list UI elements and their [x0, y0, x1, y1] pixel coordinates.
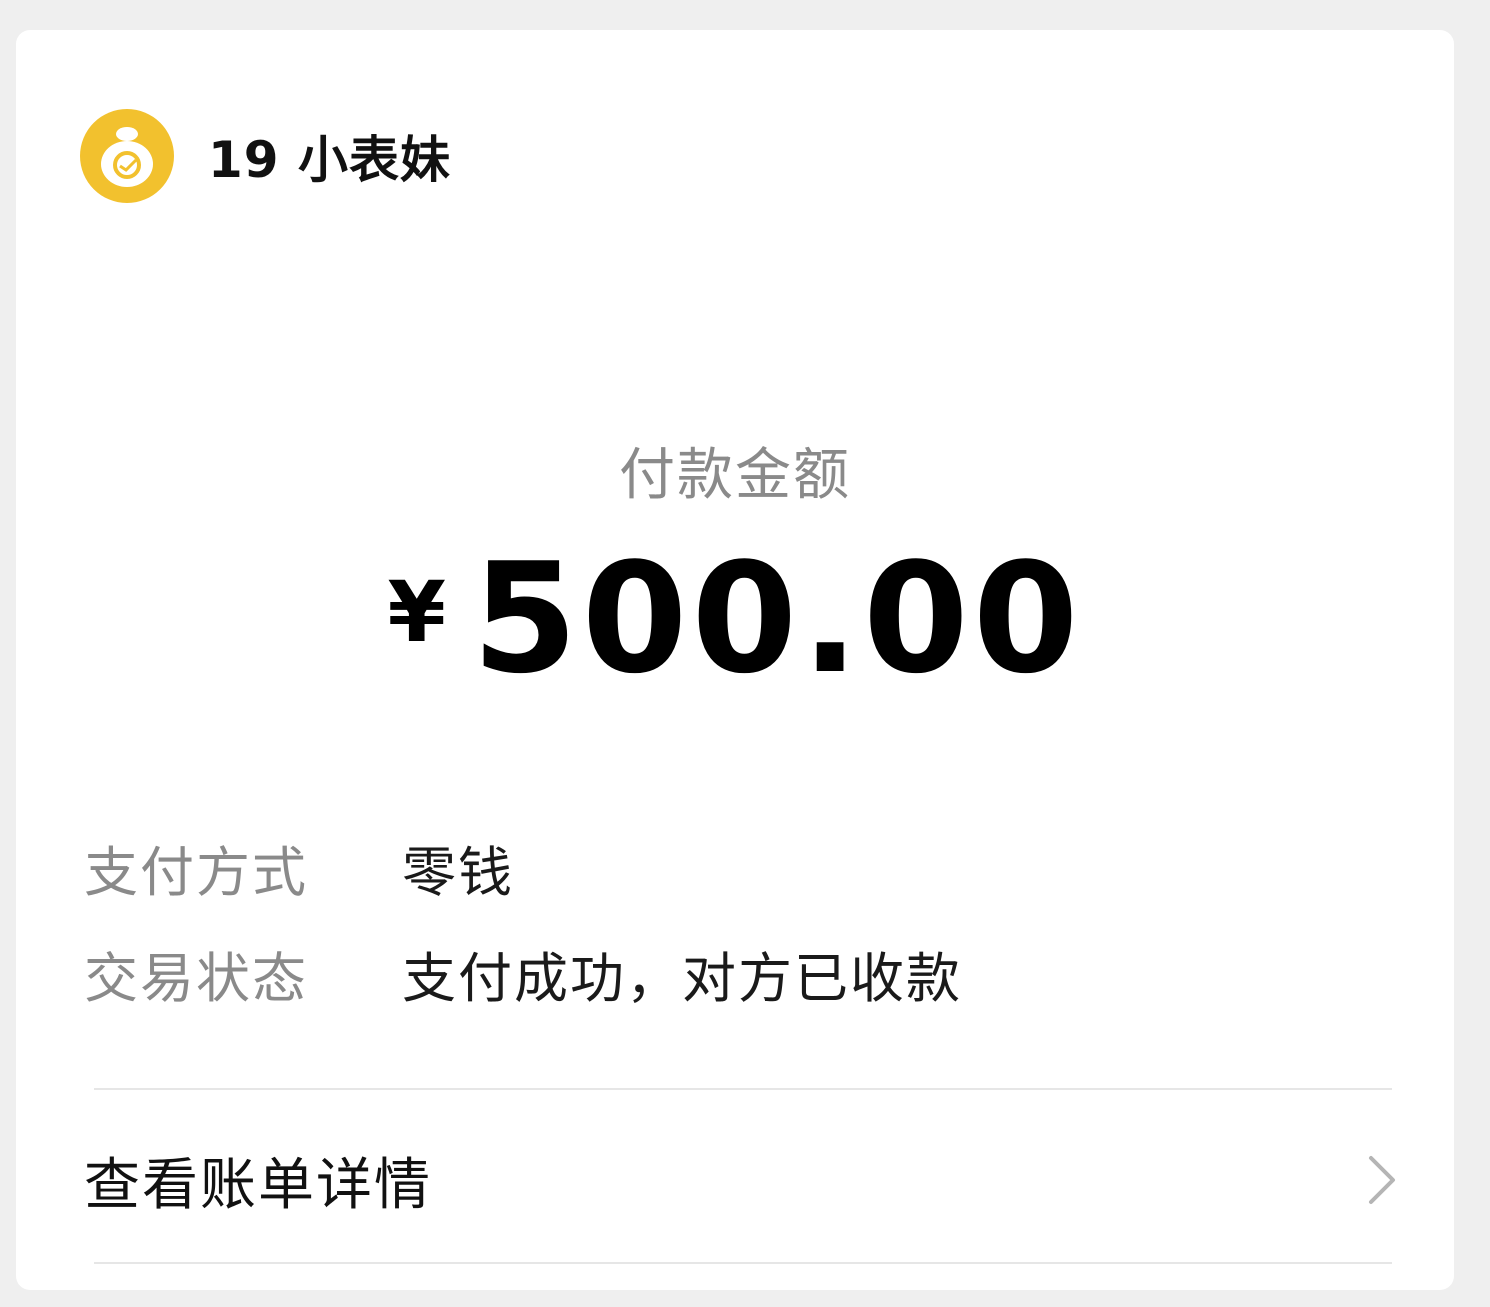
currency-symbol: ¥ [387, 563, 446, 661]
merchant-name: 19 小表妹 [208, 131, 451, 189]
amount-display: ¥ 500.00 [16, 530, 1454, 707]
transaction-status-label: 交易状态 [84, 946, 308, 1010]
transaction-status-value: 支付成功，对方已收款 [402, 946, 962, 1010]
view-bill-details-label: 查看账单详情 [84, 1152, 432, 1218]
info-row-payment-method: 支付方式 零钱 [84, 832, 514, 904]
amount-value: 500.00 [471, 530, 1083, 707]
chevron-right-icon [1362, 1150, 1402, 1210]
payment-method-value: 零钱 [402, 840, 514, 904]
payment-method-label: 支付方式 [84, 840, 308, 904]
amount-label: 付款金额 [619, 443, 851, 508]
merchant-avatar [80, 109, 174, 203]
payment-result-card: 19 小表妹 付款金额 ¥ 500.00 支付方式 零钱 交易状态 支付成功，对… [16, 30, 1454, 1290]
info-row-transaction-status: 交易状态 支付成功，对方已收款 [84, 938, 962, 1010]
divider [94, 1088, 1392, 1090]
wallet-bag-icon [101, 127, 153, 187]
merchant-header: 19 小表妹 [80, 108, 451, 204]
view-bill-details-link[interactable]: 查看账单详情 [84, 1142, 1402, 1218]
divider [94, 1262, 1392, 1264]
